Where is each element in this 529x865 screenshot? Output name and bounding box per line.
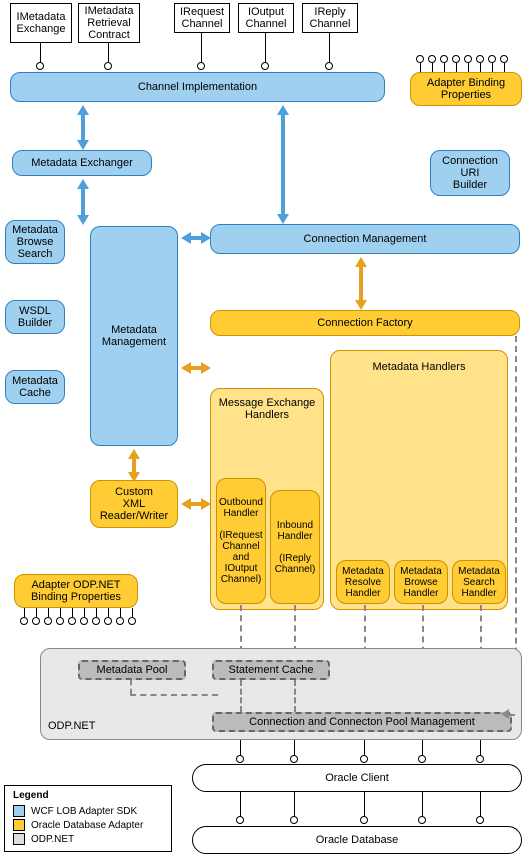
connection-pool-mgmt: Connection and Connecton Pool Management [212, 712, 512, 732]
dashed-connector [130, 680, 132, 694]
custom-xml-reader-writer: Custom XML Reader/Writer [90, 480, 178, 528]
statement-cache: Statement Cache [212, 660, 330, 680]
adapter-binding-properties: Adapter Binding Properties [410, 72, 522, 106]
message-exchange-handlers-label: Message Exchange Handlers [219, 397, 316, 421]
legend-oracle-adapter: Oracle Database Adapter [31, 820, 143, 831]
metadata-handlers-label: Metadata Handlers [373, 361, 466, 373]
oracle-client: Oracle Client [192, 764, 522, 792]
interface-imetadata-retrieval: IMetadata Retrieval Contract [78, 3, 140, 43]
wsdl-builder: WSDL Builder [5, 300, 65, 334]
legend-swatch-orange [13, 819, 25, 831]
legend-swatch-blue [13, 805, 25, 817]
metadata-cache: Metadata Cache [5, 370, 65, 404]
interface-ioutput-channel: IOutput Channel [238, 3, 294, 33]
legend: Legend WCF LOB Adapter SDK Oracle Databa… [4, 785, 172, 852]
metadata-management: Metadata Management [90, 226, 178, 446]
legend-title: Legend [13, 790, 163, 801]
legend-wcf: WCF LOB Adapter SDK [31, 806, 137, 817]
connection-management: Connection Management [210, 224, 520, 254]
adapter-odpnet-binding: Adapter ODP.NET Binding Properties [14, 574, 138, 608]
oracle-database: Oracle Database [192, 826, 522, 854]
inbound-handler: Inbound Handler (IReply Channel) [270, 490, 320, 604]
dashed-connector [240, 680, 242, 712]
metadata-resolve-handler: Metadata Resolve Handler [336, 560, 390, 604]
metadata-pool: Metadata Pool [78, 660, 186, 680]
metadata-search-handler: Metadata Search Handler [452, 560, 506, 604]
dashed-connector [240, 605, 242, 652]
interface-irequest-channel: IRequest Channel [174, 3, 230, 33]
metadata-browse-search: Metadata Browse Search [5, 220, 65, 264]
connection-factory: Connection Factory [210, 310, 520, 336]
metadata-browse-handler: Metadata Browse Handler [394, 560, 448, 604]
dashed-connector [294, 680, 296, 712]
dashed-connector [294, 605, 296, 652]
dashed-connector [130, 694, 218, 696]
interface-imetadata-exchange: IMetadata Exchange [10, 3, 72, 43]
metadata-exchanger: Metadata Exchanger [12, 150, 152, 176]
legend-swatch-gray [13, 833, 25, 845]
legend-odpnet: ODP.NET [31, 834, 74, 845]
outbound-handler: Outbound Handler (IRequest Channel and I… [216, 478, 266, 604]
connection-uri-builder: Connection URI Builder [430, 150, 510, 196]
odpnet-label: ODP.NET [48, 720, 95, 732]
interface-ireply-channel: IReply Channel [302, 3, 358, 33]
channel-implementation: Channel Implementation [10, 72, 385, 102]
